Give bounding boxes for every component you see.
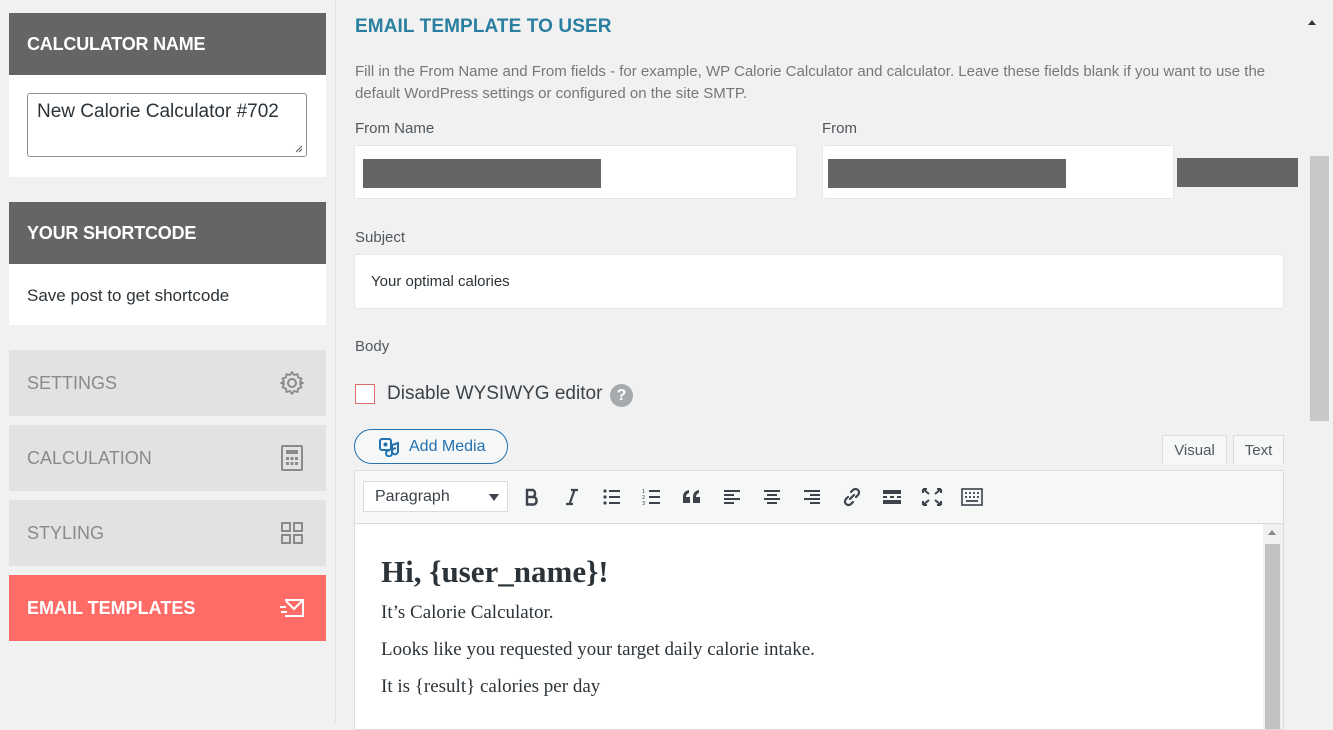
calculator-icon [281, 445, 303, 471]
disable-wysiwyg-label[interactable]: Disable WYSIWYG editor [387, 383, 602, 405]
bullet-list-icon[interactable] [599, 484, 625, 510]
from-label: From [822, 120, 857, 137]
sidebar-item-label: SETTINGS [27, 372, 118, 393]
format-select-value: Paragraph [375, 488, 450, 505]
disable-wysiwyg-checkbox[interactable] [355, 384, 375, 404]
redacted-value [828, 159, 1066, 188]
tab-visual[interactable]: Visual [1162, 435, 1227, 464]
chevron-down-icon [489, 494, 499, 501]
calculator-name-header: CALCULATOR NAME [9, 13, 326, 75]
tab-text[interactable]: Text [1233, 435, 1284, 464]
sidebar-divider [327, 0, 336, 723]
wysiwyg-editor: Paragraph 123 Hi, {user_name}! It’s Calo… [354, 470, 1284, 730]
sidebar-item-calculation[interactable]: CALCULATION [9, 425, 326, 491]
email-line: It is {result} calories per day [381, 676, 601, 697]
read-more-icon[interactable] [879, 484, 905, 510]
help-icon[interactable]: ? [610, 384, 633, 407]
shortcode-box: Save post to get shortcode [9, 264, 326, 325]
redacted-value [1177, 158, 1298, 187]
scrollbar-thumb[interactable] [1265, 544, 1280, 729]
calculator-name-input[interactable]: New Calorie Calculator #702 [27, 93, 307, 157]
calculator-name-box: New Calorie Calculator #702 [9, 75, 326, 177]
subject-input[interactable]: Your optimal calories [354, 254, 1284, 309]
shortcode-text: Save post to get shortcode [27, 286, 230, 305]
add-media-label: Add Media [409, 437, 486, 455]
add-media-button[interactable]: Add Media [354, 429, 508, 464]
bold-icon[interactable] [519, 484, 545, 510]
align-right-icon[interactable] [799, 484, 825, 510]
from-input[interactable] [822, 145, 1174, 199]
sidebar-item-email-templates[interactable]: EMAIL TEMPLATES [9, 575, 326, 641]
email-line: Looks like you requested your target dai… [381, 639, 815, 660]
sidebar: CALCULATOR NAME New Calorie Calculator #… [0, 0, 335, 723]
gear-icon [280, 371, 304, 395]
editor-toolbar: Paragraph 123 [355, 471, 1283, 524]
editor-scrollbar[interactable] [1263, 524, 1283, 729]
shortcode-header: YOUR SHORTCODE [9, 202, 326, 264]
link-icon[interactable] [839, 484, 865, 510]
email-template-panel: EMAIL TEMPLATE TO USER Fill in the From … [336, 0, 1333, 730]
redacted-value [363, 159, 601, 188]
section-title: EMAIL TEMPLATE TO USER [355, 16, 612, 37]
scrollbar-thumb[interactable] [1310, 156, 1329, 421]
align-left-icon[interactable] [719, 484, 745, 510]
body-label: Body [355, 338, 390, 355]
media-icon [379, 437, 399, 457]
scroll-up-icon[interactable] [1268, 530, 1276, 535]
italic-icon[interactable] [559, 484, 585, 510]
sidebar-item-label: EMAIL TEMPLATES [27, 597, 196, 618]
subject-label: Subject [355, 229, 406, 246]
calculator-name-value: New Calorie Calculator #702 [37, 101, 279, 122]
resize-grip-icon[interactable] [294, 144, 303, 153]
svg-text:3: 3 [642, 501, 645, 506]
toolbar-toggle-icon[interactable] [959, 484, 985, 510]
grid-icon [281, 522, 303, 544]
subject-value: Your optimal calories [371, 273, 510, 290]
blockquote-icon[interactable] [679, 484, 705, 510]
sidebar-item-settings[interactable]: SETTINGS [9, 350, 326, 416]
format-select[interactable]: Paragraph [363, 481, 508, 512]
email-heading: Hi, {user_name}! [381, 554, 609, 589]
sidebar-item-label: CALCULATION [27, 447, 152, 468]
collapse-icon[interactable] [1308, 20, 1316, 25]
editor-content[interactable]: Hi, {user_name}! It’s Calorie Calculator… [355, 524, 1262, 729]
from-name-input[interactable] [354, 145, 797, 199]
page-scrollbar[interactable] [1310, 150, 1330, 430]
sidebar-item-styling[interactable]: STYLING [9, 500, 326, 566]
from-name-label: From Name [355, 120, 435, 137]
numbered-list-icon[interactable]: 123 [639, 484, 665, 510]
description-text: Fill in the From Name and From fields - … [355, 63, 1266, 102]
sidebar-item-label: STYLING [27, 522, 105, 543]
align-center-icon[interactable] [759, 484, 785, 510]
fullscreen-icon[interactable] [919, 484, 945, 510]
email-line: It’s Calorie Calculator. [381, 602, 554, 623]
email-icon [280, 599, 304, 617]
